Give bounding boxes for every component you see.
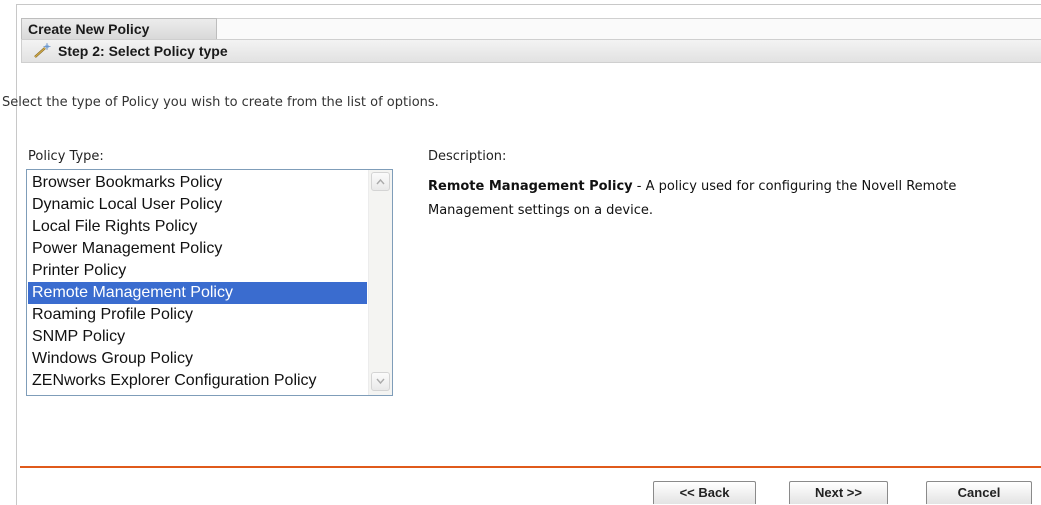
title-bar-filler — [217, 18, 1041, 39]
chevron-up-icon — [376, 178, 385, 185]
policy-type-listbox[interactable]: Browser Bookmarks Policy Dynamic Local Us… — [26, 169, 393, 396]
cancel-button[interactable]: Cancel — [926, 481, 1032, 504]
description-text: Remote Management Policy - A policy used… — [428, 175, 1028, 223]
footer-divider — [20, 466, 1041, 468]
scroll-up-button[interactable] — [371, 172, 390, 191]
policy-type-option[interactable]: Windows Group Policy — [28, 348, 367, 370]
policy-type-option[interactable]: Power Management Policy — [28, 238, 367, 260]
policy-type-option[interactable]: ZENworks Explorer Configuration Policy — [28, 370, 367, 392]
scroll-down-button[interactable] — [371, 372, 390, 391]
intro-text: Select the type of Policy you wish to cr… — [2, 95, 439, 110]
step-header: Step 2: Select Policy type — [21, 39, 1041, 63]
list-scrollbar[interactable] — [368, 170, 392, 395]
description-label: Description: — [428, 149, 507, 164]
policy-type-option[interactable]: Dynamic Local User Policy — [28, 194, 367, 216]
description-policy-name: Remote Management Policy — [428, 179, 633, 194]
policy-type-option[interactable]: Printer Policy — [28, 260, 367, 282]
wand-icon — [34, 43, 51, 58]
next-button[interactable]: Next >> — [789, 481, 888, 504]
chevron-down-icon — [376, 378, 385, 385]
policy-type-option[interactable]: Local File Rights Policy — [28, 216, 367, 238]
page-title: Create New Policy — [21, 18, 217, 39]
policy-type-list: Browser Bookmarks Policy Dynamic Local Us… — [28, 172, 367, 392]
policy-type-option[interactable]: SNMP Policy — [28, 326, 367, 348]
policy-type-option[interactable]: Roaming Profile Policy — [28, 304, 367, 326]
step-title: Step 2: Select Policy type — [58, 43, 228, 59]
policy-type-label: Policy Type: — [28, 149, 104, 164]
back-button[interactable]: << Back — [653, 481, 756, 504]
policy-type-option[interactable]: Browser Bookmarks Policy — [28, 172, 367, 194]
policy-type-option[interactable]: Remote Management Policy — [28, 282, 367, 304]
